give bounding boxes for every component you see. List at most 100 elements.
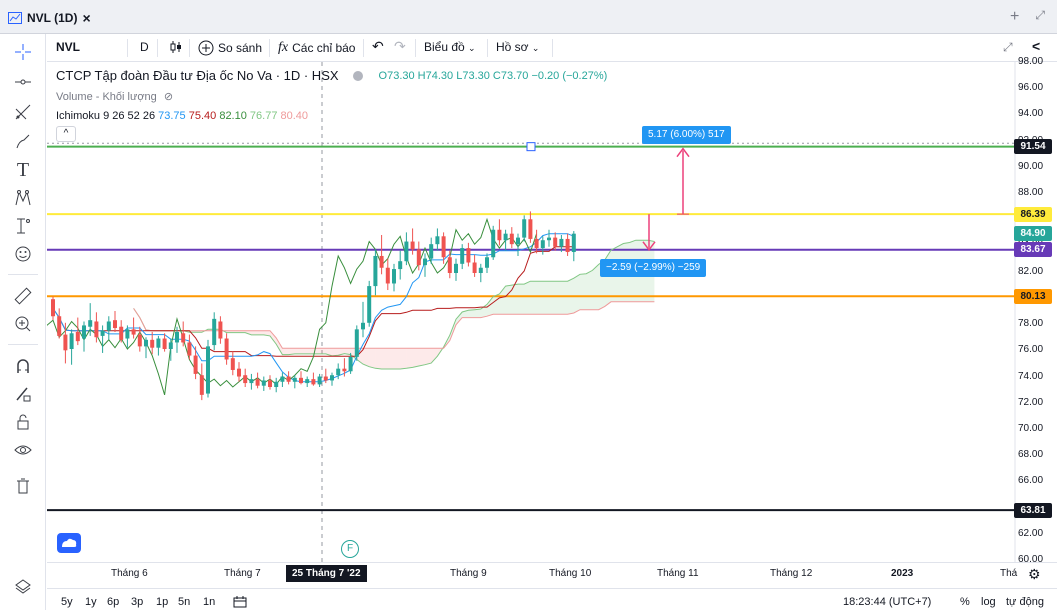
interval-button[interactable]: D [140, 40, 149, 54]
ichimoku-value-4: 80.40 [277, 110, 309, 122]
log-toggle[interactable]: log [981, 596, 996, 608]
percent-toggle[interactable]: % [960, 596, 970, 608]
candle-body [69, 333, 74, 350]
fib-tool-icon[interactable] [11, 100, 35, 124]
measure-label-up: 5.17 (6.00%) 517 [642, 126, 731, 144]
price-tick: 82.00 [1018, 265, 1044, 277]
candle-body [82, 325, 86, 339]
candle-body [540, 240, 545, 249]
cloud-segment [282, 348, 289, 355]
chart-tab[interactable]: NVL (1D) × [8, 10, 91, 26]
chart-layout-button[interactable]: Biểu đồ ⌄ [424, 40, 476, 54]
undo-icon[interactable]: ↶ [372, 38, 384, 55]
candle-body [299, 377, 303, 384]
candle-body [218, 321, 223, 339]
range-button-1p[interactable]: 1p [156, 596, 168, 608]
measure-icon[interactable] [11, 214, 35, 238]
pattern-icon[interactable] [11, 186, 35, 210]
range-button-1n[interactable]: 1n [203, 596, 215, 608]
price-badge-3: 83.67 [1014, 242, 1052, 258]
candle-body [342, 368, 347, 372]
range-button-6p[interactable]: 6p [107, 596, 119, 608]
price-chart[interactable] [47, 62, 1057, 562]
cloud-segment [363, 348, 370, 367]
collapse-legend-button[interactable]: ^ [56, 126, 76, 142]
logo-icon[interactable] [57, 533, 81, 553]
series-title[interactable]: CTCP Tập đoàn Đầu tư Địa ốc No Va · 1D ·… [56, 68, 339, 83]
symbol-search[interactable]: NVL [56, 40, 80, 54]
candle-body [286, 376, 291, 382]
range-button-5n[interactable]: 5n [178, 596, 190, 608]
candles-icon[interactable] [169, 40, 183, 57]
settings-gear-icon[interactable]: ⚙ [1028, 566, 1041, 583]
price-tick: 72.00 [1018, 396, 1044, 408]
ichimoku-legend[interactable]: Ichimoku 9 26 52 26 73.75 75.40 82.10 76… [56, 110, 308, 122]
candle-body [237, 368, 241, 377]
earnings-marker[interactable]: F [341, 540, 359, 558]
range-button-3p[interactable]: 3p [131, 596, 143, 608]
candle-body [336, 368, 341, 376]
ichimoku-values: 73.75 75.40 82.10 76.77 80.40 [158, 110, 308, 122]
candle-body [323, 376, 328, 381]
range-button-5y[interactable]: 5y [61, 596, 73, 608]
auto-toggle[interactable]: tự động [1006, 596, 1044, 608]
price-badge-5: 63.81 [1014, 502, 1052, 518]
profile-button[interactable]: Hồ sơ ⌄ [496, 40, 539, 54]
trash-icon[interactable] [11, 474, 35, 498]
layers-icon[interactable] [11, 574, 35, 598]
line-handle [526, 142, 536, 152]
redo-icon[interactable]: ↷ [394, 38, 406, 55]
candle-body [534, 238, 539, 249]
fullscreen-icon[interactable]: ⤢ [1003, 40, 1013, 55]
range-button-1y[interactable]: 1y [85, 596, 97, 608]
cloud-segment [561, 281, 568, 315]
ohlc-values: O73.30 H74.30 L73.30 C73.70 −0.20 (−0.27… [378, 69, 608, 82]
share-icon[interactable]: < [1032, 38, 1040, 54]
stay-in-drawing-icon[interactable] [11, 382, 35, 406]
candle-body [509, 233, 514, 245]
text-tool-icon[interactable]: T [11, 158, 35, 182]
eye-icon[interactable] [11, 438, 35, 462]
candle-body [311, 379, 316, 385]
candle-body [280, 376, 285, 382]
candle-body [113, 320, 117, 329]
cloud-segment [474, 309, 481, 318]
close-tab-icon[interactable]: × [82, 10, 90, 26]
magnet-icon[interactable] [11, 354, 35, 378]
candle-body [398, 261, 403, 270]
zoom-in-icon[interactable] [11, 312, 35, 336]
trend-line-icon[interactable] [11, 70, 35, 94]
lock-icon[interactable] [11, 410, 35, 434]
chart-tab-title: NVL (1D) [27, 11, 78, 25]
cloud-segment [518, 284, 525, 315]
candle-body [571, 233, 576, 253]
price-tick: 76.00 [1018, 344, 1044, 356]
date-range-icon[interactable] [233, 596, 247, 610]
candle-body [268, 380, 272, 388]
compare-button[interactable]: So sánh [198, 40, 262, 56]
chart-tab-icon [8, 12, 22, 24]
clock-time[interactable]: 18:23:44 (UTC+7) [843, 596, 931, 608]
ichimoku-value-3: 76.77 [246, 110, 278, 122]
minus-circle-icon[interactable] [352, 70, 363, 81]
ruler-icon[interactable] [11, 284, 35, 308]
candle-body [230, 358, 235, 370]
candle-body [206, 346, 210, 394]
candle-body [274, 381, 279, 388]
candle-body [385, 267, 390, 284]
chevron-down-icon: ⌄ [468, 43, 476, 53]
candle-body [100, 330, 105, 336]
add-tab-icon[interactable]: + [1010, 8, 1019, 26]
eye-hidden-icon[interactable]: ⊘ [164, 91, 173, 103]
indicators-button[interactable]: fx Các chỉ báo [278, 40, 355, 56]
candle-body [249, 379, 254, 384]
brush-icon[interactable] [11, 130, 35, 154]
emoji-icon[interactable] [11, 242, 35, 266]
cloud-segment [580, 273, 587, 310]
cloud-segment [319, 348, 326, 354]
volume-legend[interactable]: Volume - Khối lượng ⊘ [56, 90, 173, 103]
candle-body [199, 375, 204, 395]
profile-label: Hồ sơ [496, 40, 529, 54]
expand-window-icon[interactable]: ⤢ [1035, 8, 1045, 26]
crosshair-icon[interactable] [11, 40, 35, 64]
